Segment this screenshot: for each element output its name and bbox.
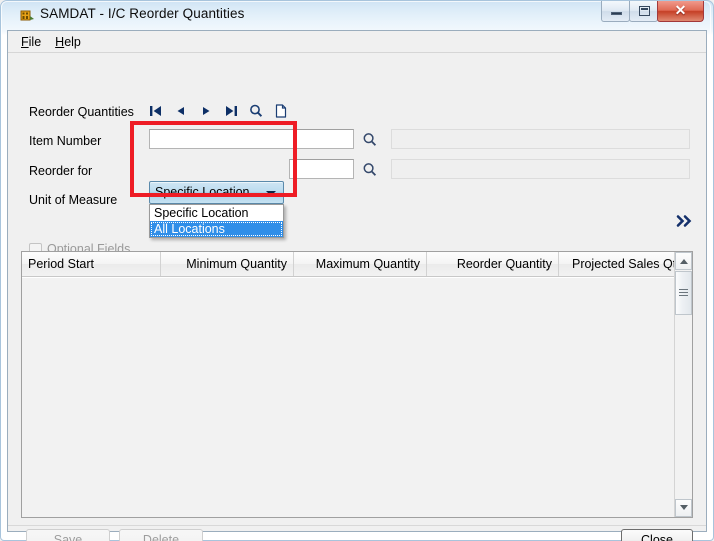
delete-button[interactable]: Delete [119,529,203,541]
close-label: lose [650,533,673,541]
menu-bar: File Help [8,31,706,53]
item-number-input[interactable] [149,129,354,149]
location-description-field [391,159,690,179]
next-record-icon[interactable] [198,103,214,119]
minimize-icon [611,12,622,15]
first-record-icon[interactable] [148,103,164,119]
previous-record-icon[interactable] [173,103,189,119]
close-accel: C [641,533,651,541]
grid-body[interactable] [22,278,674,517]
window-title: SAMDAT - I/C Reorder Quantities [40,6,245,21]
grid-header-row: Period Start Minimum Quantity Maximum Qu… [22,252,692,277]
reorder-quantities-grid[interactable]: Period Start Minimum Quantity Maximum Qu… [21,251,693,518]
location-finder-icon[interactable] [361,161,379,179]
application-icon [19,7,35,23]
close-button[interactable]: Close [621,529,693,541]
reorder-for-combobox[interactable]: Specific Location [149,181,284,204]
dropdown-option-all-locations[interactable]: All Locations [150,221,283,237]
scroll-down-button[interactable] [675,499,692,517]
scroll-up-button[interactable] [675,252,692,270]
delete-label: elete [151,533,180,541]
scrollbar-thumb[interactable] [675,271,692,315]
last-record-icon[interactable] [223,103,239,119]
menu-help-accel: H [55,34,65,49]
menu-file[interactable]: File [17,33,51,51]
menu-file-accel: F [21,34,29,49]
unit-of-measure-label: Unit of Measure [29,193,118,207]
caption-button-group: ✕ [601,1,704,22]
form-area: Reorder Quantities Item Number Reorder f… [8,53,706,541]
close-window-button[interactable]: ✕ [657,1,704,22]
maximize-icon [639,6,650,16]
column-header-reorder-quantity[interactable]: Reorder Quantity [427,252,559,276]
column-header-period-start[interactable]: Period Start [22,252,161,276]
reorder-quantities-label: Reorder Quantities [29,105,134,119]
column-header-maximum-quantity[interactable]: Maximum Quantity [294,252,427,276]
dropdown-option-specific-location[interactable]: Specific Location [150,205,283,221]
save-accel: S [53,533,63,541]
close-icon: ✕ [674,2,687,18]
expand-button[interactable] [676,213,696,229]
menu-file-label: ile [28,34,42,49]
reorder-for-label: Reorder for [29,164,93,178]
scroll-up-icon [679,259,688,264]
minimize-button[interactable] [601,1,630,22]
scroll-down-icon [679,505,688,510]
item-number-description-field [391,129,690,149]
delete-accel: D [142,533,152,541]
scrollbar-grip-icon [679,289,688,290]
item-number-finder-icon[interactable] [361,131,379,149]
menu-help-label: elp [64,34,81,49]
record-navigation-toolbar [148,103,289,119]
title-bar[interactable]: SAMDAT - I/C Reorder Quantities ✕ [2,1,712,29]
reorder-for-selected-value: Specific Location [155,185,250,199]
location-code-input[interactable] [289,159,354,179]
maximize-button[interactable] [629,1,658,22]
column-header-minimum-quantity[interactable]: Minimum Quantity [161,252,294,276]
footer-divider [8,525,706,526]
chevron-down-icon [266,191,276,196]
item-number-label: Item Number [29,134,102,148]
grid-vertical-scrollbar[interactable] [674,252,692,517]
menu-help[interactable]: Help [51,33,91,51]
reorder-for-dropdown-list[interactable]: Specific Location All Locations [149,204,284,238]
find-record-magnifier-icon[interactable] [248,103,264,119]
application-window: SAMDAT - I/C Reorder Quantities ✕ File H… [0,0,714,541]
save-button[interactable]: Save [26,529,110,541]
new-document-icon[interactable] [273,103,289,119]
client-area: File Help Reorder Quantities Item Number… [7,30,707,541]
column-header-projected-sales-qty[interactable]: Projected Sales Qty. [559,252,692,276]
save-label: ave [62,533,83,541]
